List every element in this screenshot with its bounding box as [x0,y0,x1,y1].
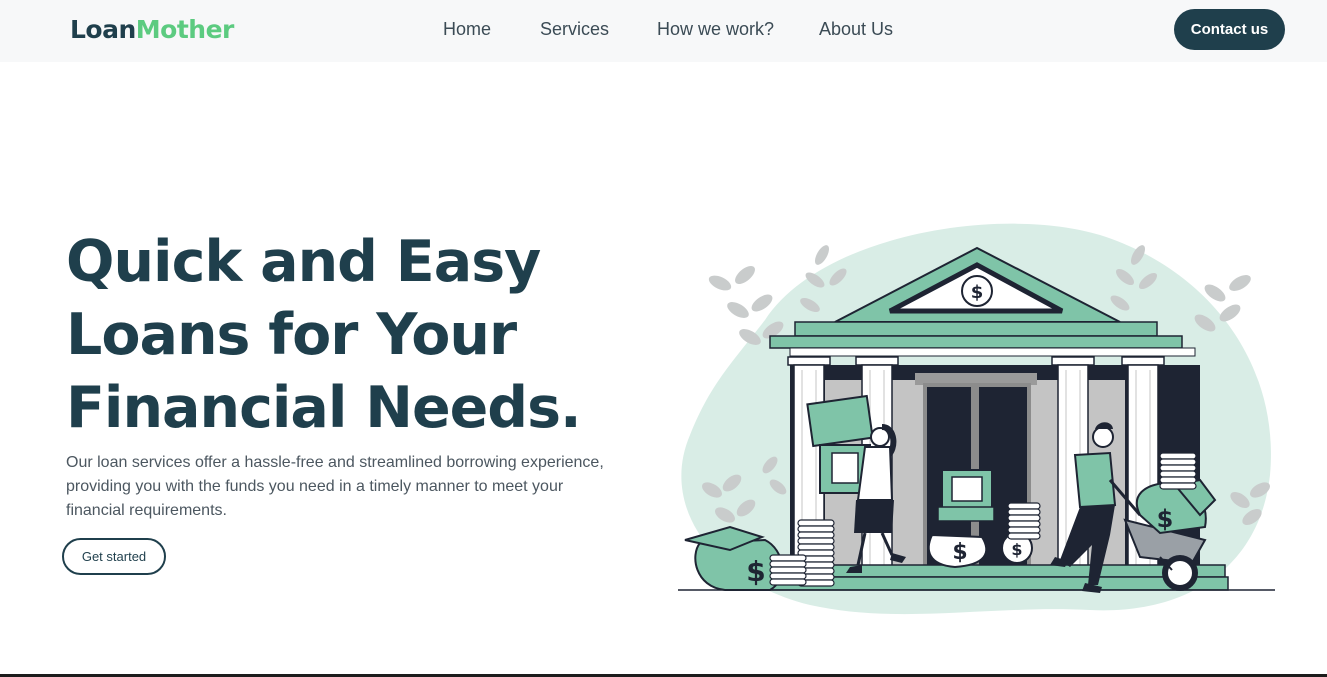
svg-text:$: $ [1011,540,1022,559]
bank-illustration: $ $ $ $ $ [678,223,1275,615]
contact-us-button[interactable]: Contact us [1174,9,1285,50]
svg-text:$: $ [952,540,967,565]
nav-link-home[interactable]: Home [443,18,491,40]
brand-logo[interactable]: LoanMother [70,15,234,45]
hero-title-line: Quick and Easy [66,229,541,295]
hero-title-line: Loans for Your [66,302,517,368]
hero-description: Our loan services offer a hassle-free an… [66,454,604,519]
hero-title-line: Financial Needs. [66,375,582,441]
get-started-button[interactable]: Get started [62,538,166,575]
hero-title: Quick and Easy Loans for Your Financial … [66,226,646,445]
brand-logo-part2: Mother [135,15,235,44]
cash-stack-icon [937,469,995,522]
svg-text:$: $ [1157,505,1174,533]
nav-link-about-us[interactable]: About Us [819,18,893,40]
nav-link-services[interactable]: Services [540,18,609,40]
money-bag-symbol: $ [746,555,765,588]
roof-coin-symbol: $ [971,282,984,303]
brand-logo-part1: Loan [70,15,136,44]
navbar: LoanMother Home Services How we work? Ab… [0,0,1327,62]
coin-stack-center-icon [1007,502,1041,540]
nav-link-how-we-work[interactable]: How we work? [657,18,774,40]
coin-stack-right-icon [1159,452,1197,490]
